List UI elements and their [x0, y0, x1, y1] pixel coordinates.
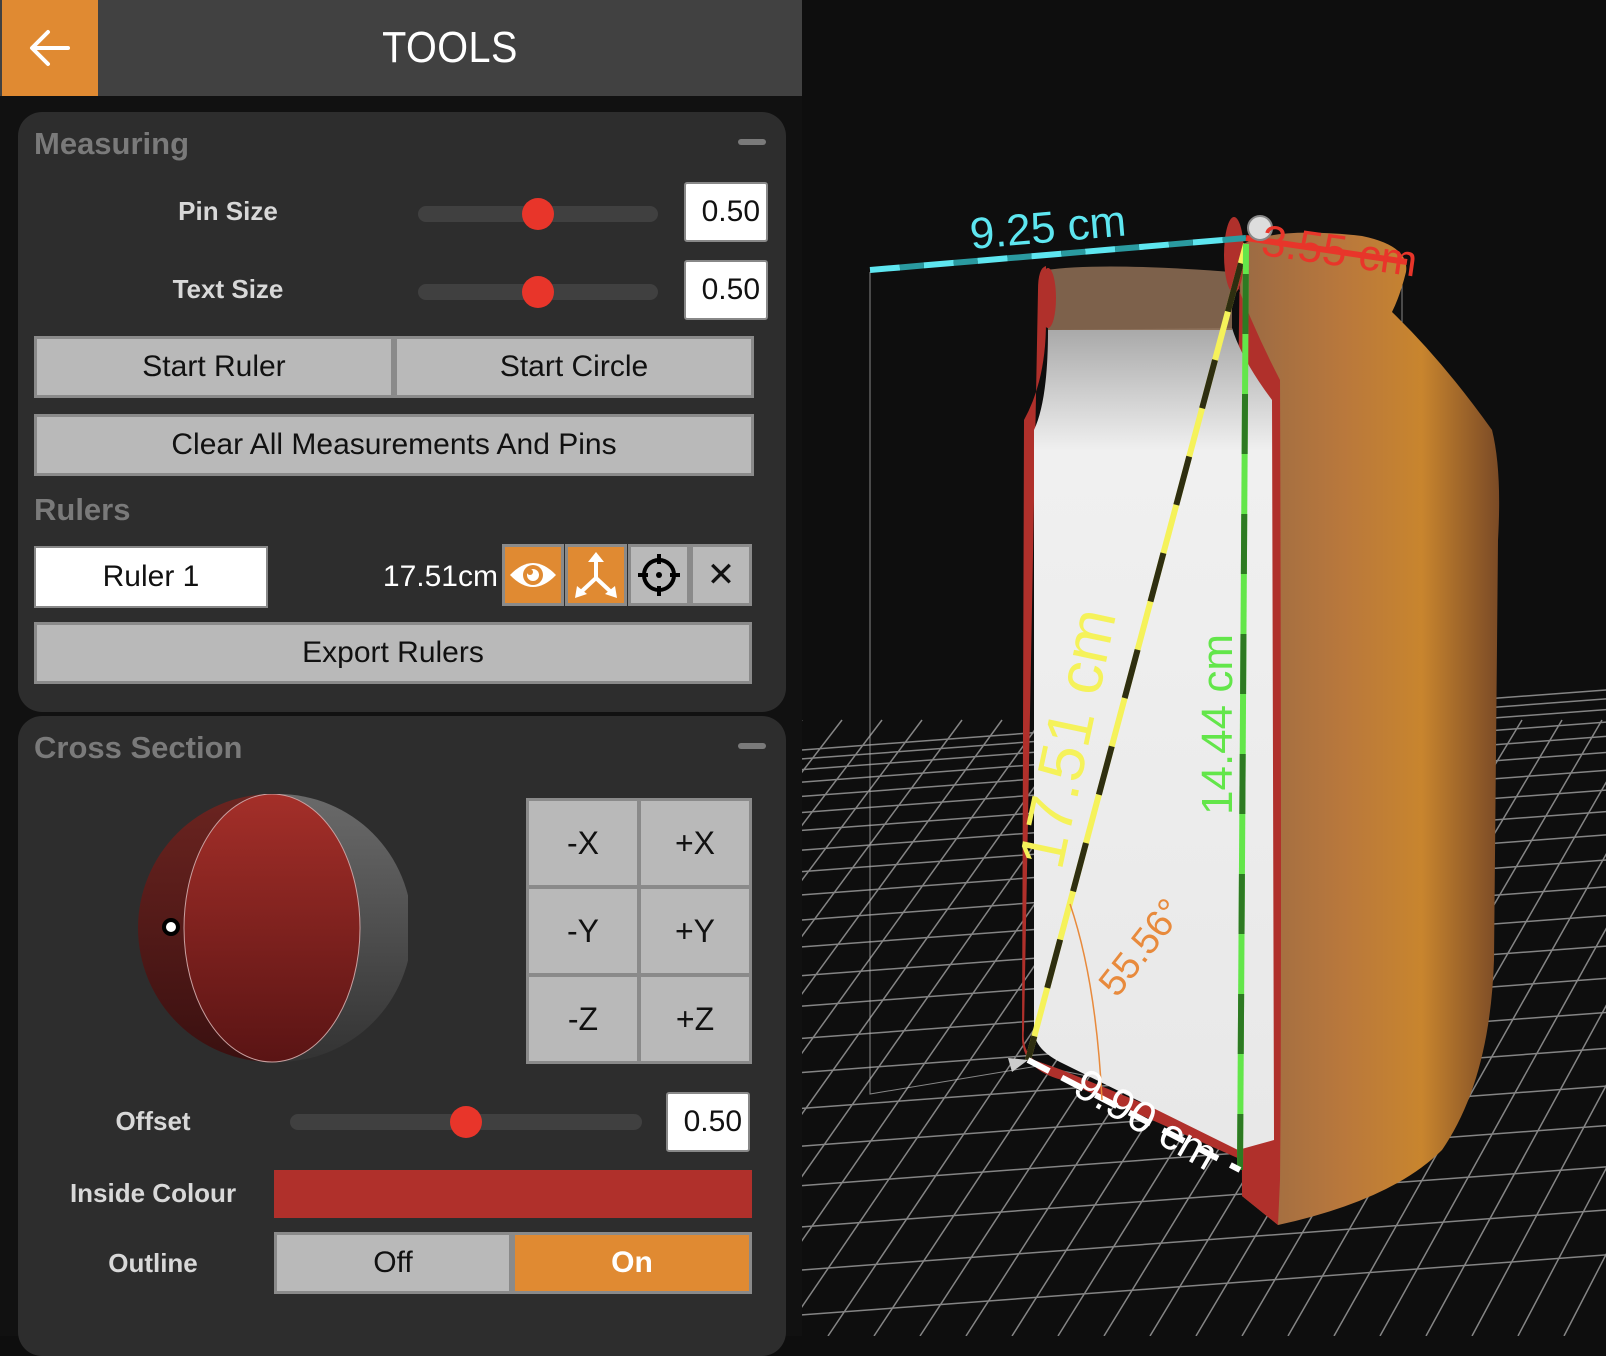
axis-button-neg-y[interactable]: -Y — [526, 886, 640, 976]
axis-button-pos-y[interactable]: +Y — [638, 886, 752, 976]
start-circle-button[interactable]: Start Circle — [394, 336, 754, 398]
inside-colour-label: Inside Colour — [69, 1178, 237, 1208]
grid-line — [802, 1209, 1606, 1271]
back-button[interactable] — [2, 0, 98, 96]
text-size-label: Text Size — [172, 274, 284, 304]
pin-size-label: Pin Size — [178, 196, 278, 226]
header: TOOLS — [0, 0, 802, 96]
jar-rim-left-cut — [1040, 268, 1056, 328]
text-size-slider-thumb[interactable] — [522, 276, 554, 308]
plane-handle[interactable] — [162, 918, 180, 936]
cross-section-title: Cross Section — [34, 730, 243, 765]
axis-button-neg-x[interactable]: -X — [526, 798, 640, 888]
close-icon: ✕ — [706, 556, 736, 594]
ruler-length: 17.51cm — [382, 560, 498, 593]
axis-button-neg-z[interactable]: -Z — [526, 974, 640, 1064]
collapse-cross-section-button[interactable] — [738, 743, 766, 749]
arrow-left-icon — [30, 30, 70, 66]
start-ruler-button[interactable]: Start Ruler — [34, 336, 394, 398]
grid-line — [802, 719, 1043, 1055]
offset-label: Offset — [115, 1106, 191, 1136]
outline-label: Outline — [108, 1248, 198, 1278]
clear-all-button[interactable]: Clear All Measurements And Pins — [34, 414, 754, 476]
axis-button-pos-x[interactable]: +X — [638, 798, 752, 888]
camera-marker — [1008, 1058, 1028, 1072]
eye-icon — [510, 563, 556, 587]
delete-ruler-button[interactable]: ✕ — [690, 544, 752, 606]
inside-colour-swatch[interactable] — [274, 1170, 752, 1218]
focus-button[interactable] — [628, 544, 690, 606]
text-size-slider[interactable] — [418, 276, 658, 308]
pin-size-slider-thumb[interactable] — [522, 198, 554, 230]
jar-rim-left — [1046, 266, 1232, 330]
offset-slider-thumb[interactable] — [450, 1106, 482, 1138]
cross-section-face — [183, 794, 361, 1063]
measure-label-green: 14.44 cm — [1193, 634, 1242, 815]
offset-input[interactable]: 0.50 — [666, 1092, 750, 1152]
3d-viewport[interactable]: 9.25 cm 3.55 cm 17.51 cm 14.44 cm 55.56°… — [802, 0, 1606, 1336]
outline-on-button[interactable]: On — [512, 1232, 752, 1294]
export-rulers-button[interactable]: Export Rulers — [34, 622, 752, 684]
plane-orientation-gizmo[interactable] — [138, 794, 408, 1064]
rulers-heading: Rulers — [34, 492, 131, 527]
tools-panel: TOOLS Measuring Pin Size 0.50 Text Size … — [0, 0, 802, 1356]
outline-off-button[interactable]: Off — [274, 1232, 512, 1294]
axes-icon — [575, 552, 617, 598]
cross-section-card: Cross Section -X +X -Y +Y -Z +Z Offset 0… — [18, 716, 786, 1356]
collapse-measuring-button[interactable] — [738, 139, 766, 145]
ruler-name-input[interactable]: Ruler 1 — [34, 546, 268, 608]
axes-button[interactable] — [565, 544, 627, 606]
text-size-input[interactable]: 0.50 — [684, 260, 768, 320]
axis-button-pos-z[interactable]: +Z — [638, 974, 752, 1064]
pin-size-slider[interactable] — [418, 198, 658, 230]
measuring-title: Measuring — [34, 126, 190, 161]
pin-size-input[interactable]: 0.50 — [684, 182, 768, 242]
toggle-visibility-button[interactable] — [502, 544, 564, 606]
crosshair-icon — [638, 554, 680, 596]
offset-slider[interactable] — [290, 1106, 642, 1138]
grid-line — [802, 719, 1003, 996]
page-title: TOOLS — [382, 23, 518, 72]
